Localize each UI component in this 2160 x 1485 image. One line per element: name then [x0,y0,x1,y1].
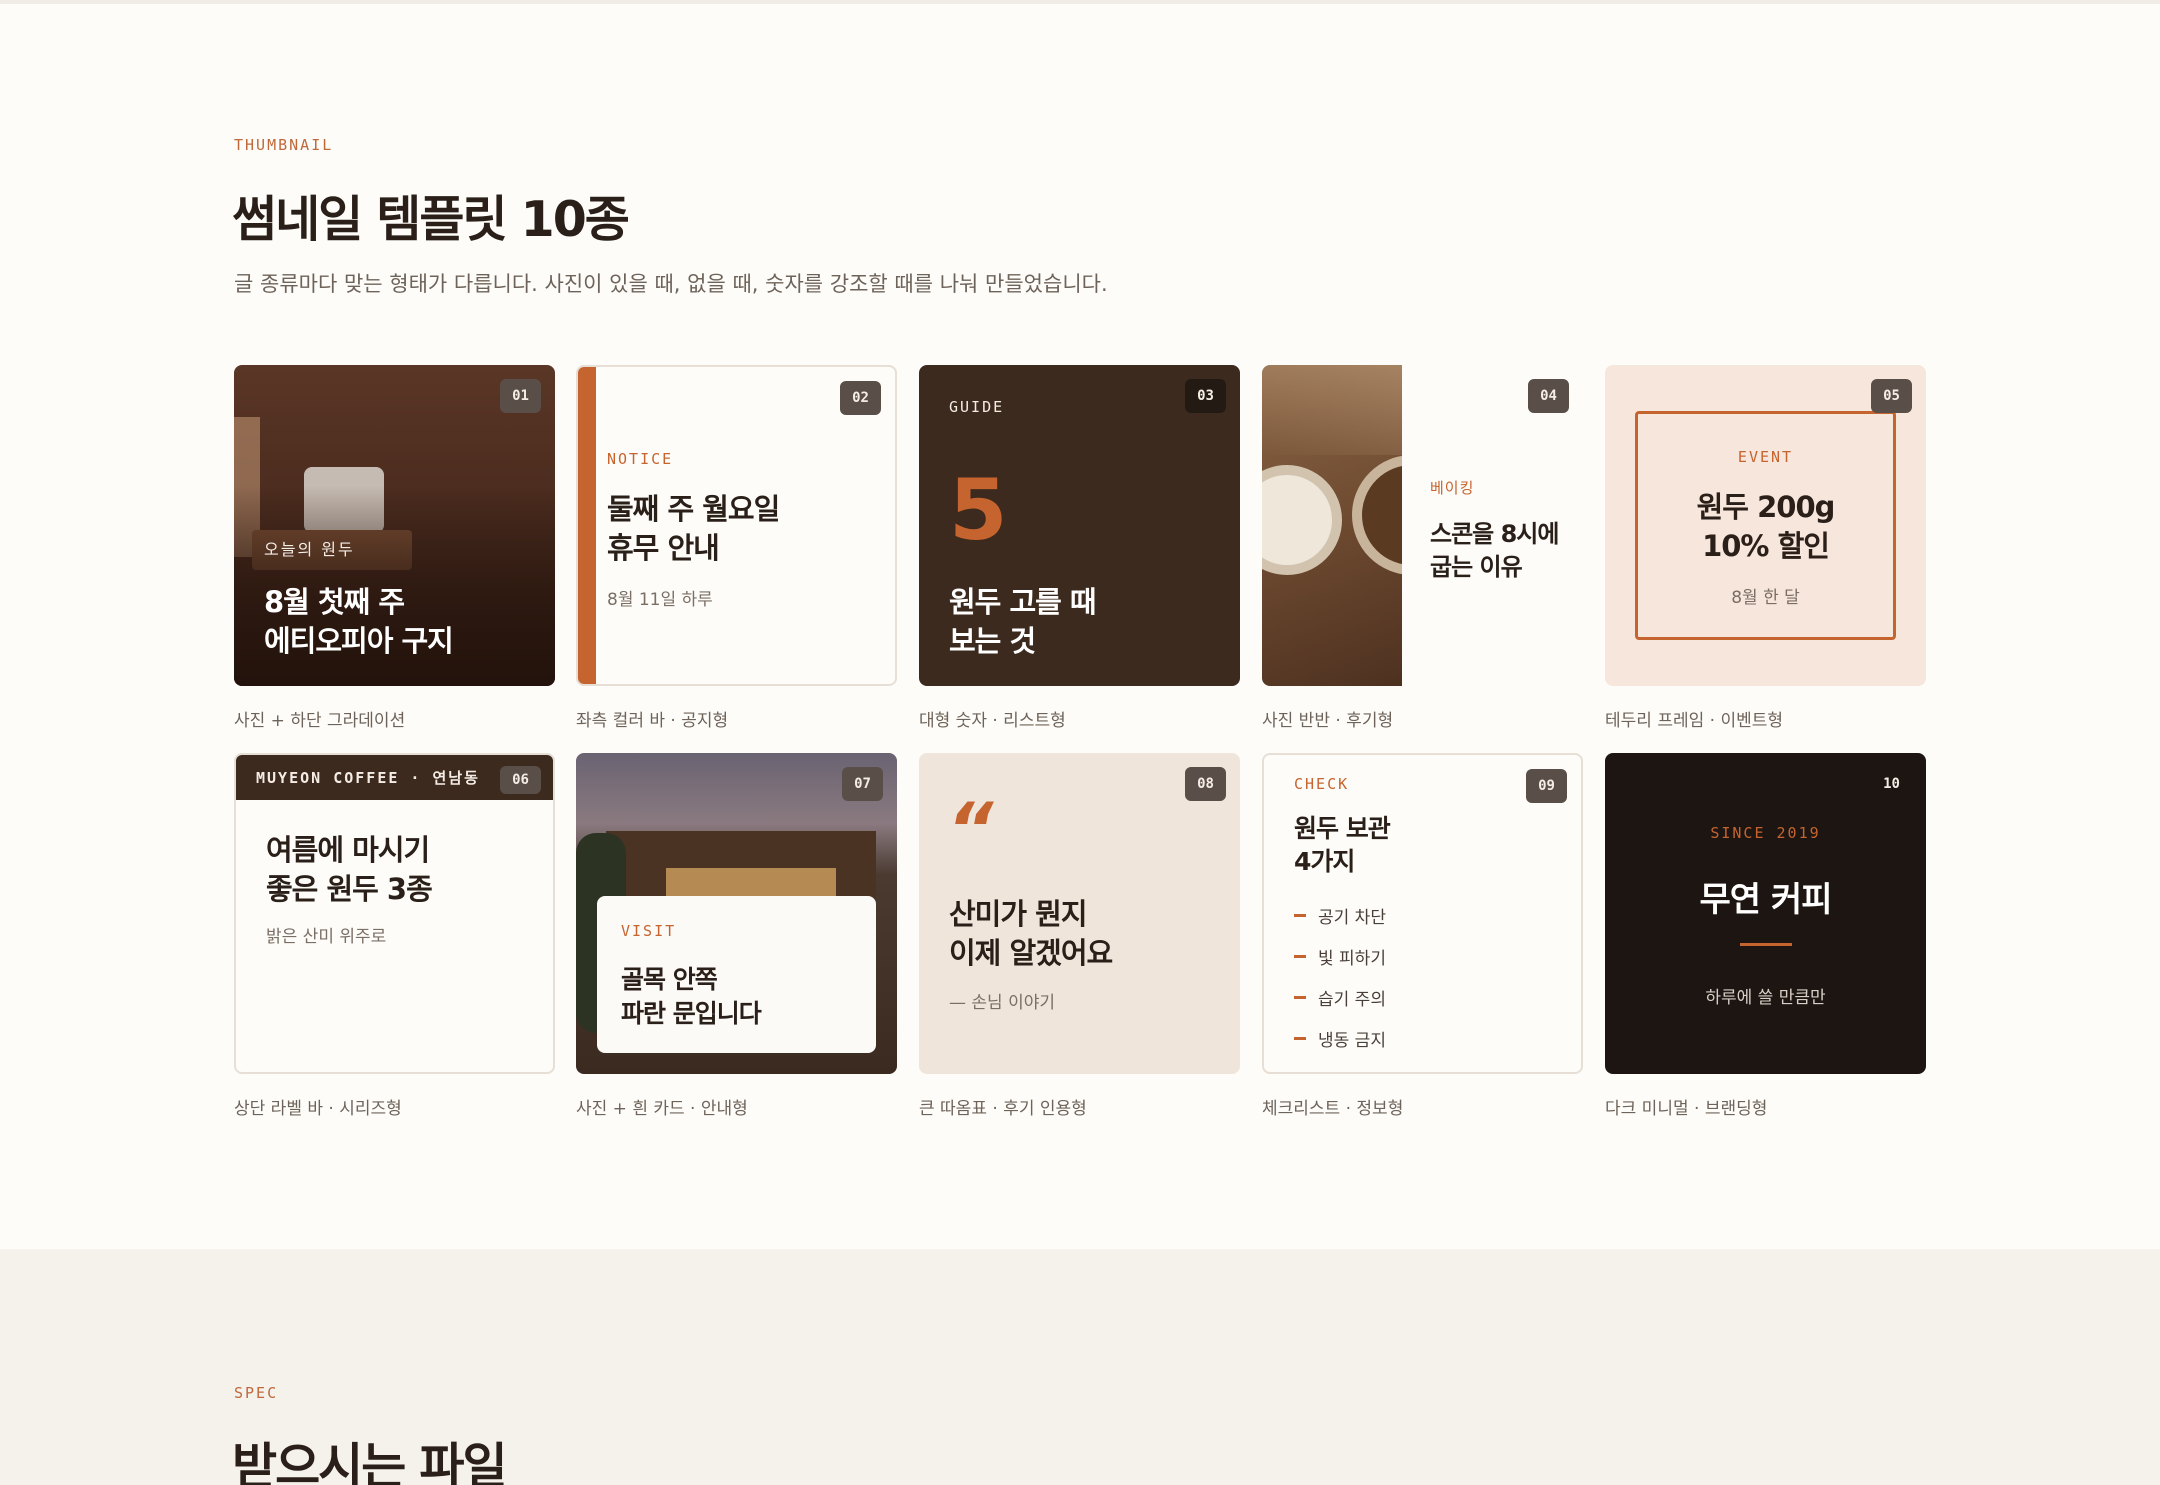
thumbnail-card-05[interactable]: 05 EVENT 원두 200g 10% 할인 8월 한 달 [1605,365,1926,686]
section-eyebrow: SPEC [234,1384,279,1402]
card-title-line2: 좋은 원두 3종 [266,872,433,906]
dash-icon [1294,955,1306,958]
card-title-line2: 이제 알겠어요 [949,936,1113,970]
card-eyebrow: GUIDE [949,398,1005,416]
thumbnail-section: THUMBNAIL 썸네일 템플릿 10종 글 종류마다 맞는 형태가 다릅니다… [0,4,2160,1249]
thumbnail-card-10[interactable]: 10 SINCE 2019 무연 커피 하루에 쓸 만큼만 [1605,753,1926,1074]
card-number-badge: 05 [1871,379,1912,413]
card-number-badge: 09 [1526,769,1567,803]
card-label: MUYEON COFFEE · 연남동 [256,769,480,787]
section-title: 받으시는 파일 [232,1438,508,1485]
card-eyebrow: EVENT [1737,448,1794,466]
thumbnail-card-01[interactable]: 01 오늘의 원두 8월 첫째 주 에티오피아 구지 [234,365,555,686]
section-title: 썸네일 템플릿 10종 [232,191,630,248]
thumbnail-card-09[interactable]: 09 CHECK 원두 보관 4가지 공기 차단 빛 피하기 습기 주의 냉동 … [1262,753,1583,1074]
card-caption: 다크 미니멀 · 브랜딩형 [1605,1099,1768,1119]
card-title-line1: 골목 안쪽 [621,965,718,994]
thumbnail-card-02[interactable]: 02 NOTICE 둘째 주 월요일 휴무 안내 8월 11일 하루 [576,365,897,686]
card-title-line1: 원두 보관 [1294,814,1391,843]
card-number-badge: 02 [840,381,881,415]
card-caption: 대형 숫자 · 리스트형 [919,711,1066,731]
card-subtitle: — 손님 이야기 [949,993,1056,1013]
thumbnail-card-04[interactable]: 04 베이킹 스콘을 8시에 굽는 이유 [1262,365,1583,686]
card-title-line1: 산미가 뭔지 [949,897,1087,931]
thumbnail-card-03[interactable]: 03 GUIDE 5 원두 고를 때 보는 것 [919,365,1240,686]
card-title-line1: 원두 200g [1696,490,1836,524]
card-title-line1: 여름에 마시기 [266,833,430,867]
card-number-badge: 06 [500,766,541,794]
card-subtitle: 8월 한 달 [1731,588,1800,608]
card-caption: 좌측 컬러 바 · 공지형 [576,711,729,731]
card-title-line1: 스콘을 8시에 [1430,520,1559,548]
card-title-line2: 4가지 [1294,847,1355,876]
checklist-item: 공기 차단 [1294,903,1386,928]
latte-cup-image [1262,465,1342,575]
card-number-badge: 07 [842,767,883,801]
card-title-line2: 굽는 이유 [1430,553,1523,581]
card-eyebrow: 베이킹 [1430,479,1475,497]
card-caption: 상단 라벨 바 · 시리즈형 [234,1099,402,1119]
card-title: 무연 커피 [1699,880,1833,920]
card-number-badge: 01 [500,379,541,413]
left-color-bar [578,367,596,684]
card-number-badge: 04 [1528,379,1569,413]
card-subtitle: 하루에 쓸 만큼만 [1705,988,1826,1008]
section-eyebrow: THUMBNAIL [234,136,334,154]
card-caption: 큰 따옴표 · 후기 인용형 [919,1099,1087,1119]
checklist-item: 냉동 금지 [1294,1026,1386,1051]
big-number: 5 [949,461,1008,559]
thumbnail-card-07[interactable]: 07 VISIT 골목 안쪽 파란 문입니다 [576,753,897,1074]
card-subtitle: 밝은 산미 위주로 [266,927,387,947]
card-number-badge: 08 [1185,767,1226,801]
card-eyebrow: SINCE 2019 [1710,824,1821,842]
coffee-cup-image [1352,455,1402,575]
card-eyebrow: 오늘의 원두 [264,540,355,559]
coffee-cups-photo [1262,365,1402,686]
card-title-line1: 8월 첫째 주 [264,585,405,619]
spec-section: SPEC 받으시는 파일 [0,1249,2160,1485]
thumbnail-card-08[interactable]: 08 “ 산미가 뭔지 이제 알겠어요 — 손님 이야기 [919,753,1240,1074]
section-lead: 글 종류마다 맞는 형태가 다릅니다. 사진이 있을 때, 없을 때, 숫자를 … [234,272,1108,296]
card-title-line1: 둘째 주 월요일 [607,492,780,526]
card-caption: 체크리스트 · 정보형 [1262,1099,1404,1119]
card-number-badge: 10 [1871,767,1912,801]
card-title-line1: 원두 고를 때 [949,585,1097,619]
card-title-line2: 보는 것 [949,624,1036,658]
accent-rule [1740,943,1792,946]
card-title-line2: 10% 할인 [1702,529,1830,563]
card-caption: 사진 + 하단 그라데이션 [234,711,406,731]
card-title-line2: 에티오피아 구지 [264,624,454,658]
card-caption: 사진 반반 · 후기형 [1262,711,1394,731]
card-number-badge: 03 [1185,379,1226,413]
checklist-item: 빛 피하기 [1294,944,1386,969]
white-info-card: VISIT 골목 안쪽 파란 문입니다 [597,896,876,1053]
dash-icon [1294,914,1306,917]
card-eyebrow: VISIT [621,922,677,940]
card-caption: 사진 + 흰 카드 · 안내형 [576,1099,748,1119]
checklist-item: 습기 주의 [1294,985,1386,1010]
quote-mark-icon: “ [947,787,994,871]
card-title-line2: 휴무 안내 [607,531,720,565]
card-caption: 테두리 프레임 · 이벤트형 [1605,711,1784,731]
thumbnail-card-06[interactable]: MUYEON COFFEE · 연남동 06 여름에 마시기 좋은 원두 3종 … [234,753,555,1074]
dash-icon [1294,1037,1306,1040]
card-title-line2: 파란 문입니다 [621,999,762,1028]
card-eyebrow: CHECK [1294,775,1350,793]
card-subtitle: 8월 11일 하루 [607,590,713,610]
dash-icon [1294,996,1306,999]
card-eyebrow: NOTICE [607,450,674,468]
